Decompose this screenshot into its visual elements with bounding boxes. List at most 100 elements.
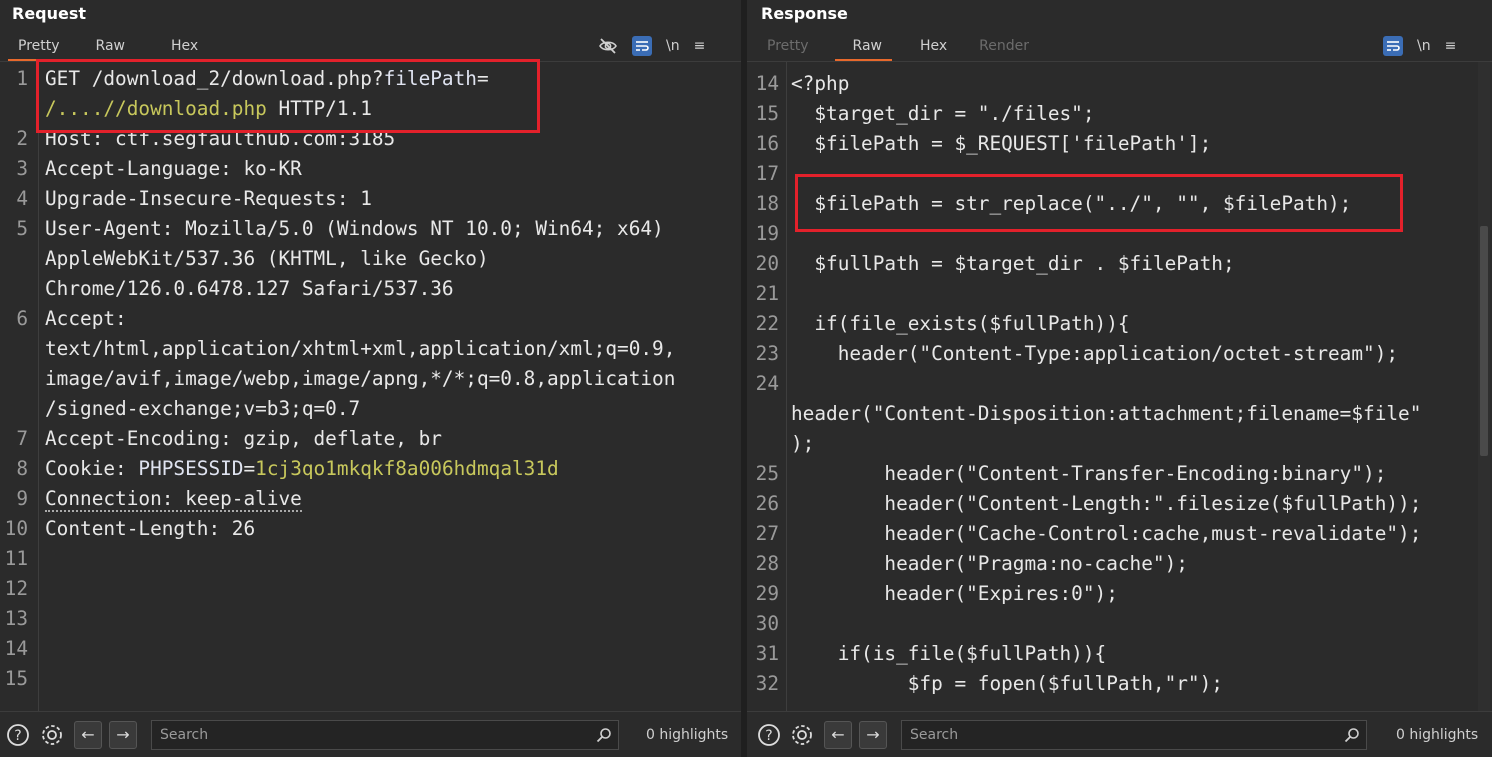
wrap-icon[interactable] — [1383, 36, 1403, 56]
line-text: header("Cache-Control:cache,must-revalid… — [791, 522, 1422, 545]
response-editor[interactable]: 14 <?php 15 $target_dir = "./files"; 16 $fi… — [747, 62, 1492, 712]
response-footer: ? ← → 0 highlights — [747, 711, 1492, 757]
line-text: Host: ctf.segfaulthub.com:3185 — [45, 124, 395, 154]
newline-toggle[interactable]: \n — [1417, 38, 1431, 54]
code-token: = — [476, 67, 489, 90]
code-line: /signed-exchange;v=b3;q=0.7 — [0, 394, 741, 424]
response-pane: Response Pretty Raw Hex Render \n ≡ 14 <?… — [747, 0, 1492, 757]
highlights-count: 0 highlights — [646, 726, 729, 743]
arrow-right-icon[interactable]: → — [109, 720, 137, 749]
search-input[interactable] — [902, 725, 1338, 744]
code-line: 15 $target_dir = "./files"; — [747, 99, 1492, 129]
line-text: Connection: keep-alive — [45, 484, 302, 514]
line-number: 26 — [755, 492, 779, 515]
arrow-left-icon[interactable]: ← — [74, 720, 102, 749]
code-line: /....//download.php HTTP/1.1 — [0, 94, 741, 124]
line-text: if(file_exists($fullPath)){ — [791, 312, 1130, 335]
line-text: image/avif,image/webp,image/apng,*/*;q=0… — [45, 364, 675, 394]
tab-hex[interactable]: Hex — [143, 34, 216, 60]
code-line: text/html,application/xhtml+xml,applicat… — [0, 334, 741, 364]
line-number: 28 — [755, 552, 779, 575]
code-line: 7 Accept-Encoding: gzip, deflate, br — [0, 424, 741, 454]
line-text: header("Content-Type:application/octet-s… — [791, 342, 1399, 365]
code-token: Content-Length: 26 — [45, 517, 256, 540]
search-icon[interactable] — [1338, 727, 1366, 743]
line-number: 21 — [755, 282, 779, 305]
line-number: 5 — [16, 217, 28, 240]
tab-pretty[interactable]: Pretty — [747, 34, 827, 60]
eye-off-icon[interactable] — [598, 36, 618, 56]
code-line: 29 header("Expires:0"); — [747, 579, 1492, 609]
line-text: ); — [791, 432, 815, 455]
newline-toggle[interactable]: \n — [666, 38, 680, 54]
line-number — [0, 364, 28, 394]
code-line: 14 <?php — [747, 69, 1492, 99]
arrow-right-icon[interactable]: → — [859, 720, 887, 749]
wrap-icon[interactable] — [632, 36, 652, 56]
code-line: 1 GET /download_2/download.php?filePath= — [0, 64, 741, 94]
tab-pretty[interactable]: Pretty — [0, 34, 78, 61]
line-text: Accept-Language: ko-KR — [45, 154, 302, 184]
settings-icon[interactable] — [40, 723, 64, 747]
tab-hex[interactable]: Hex — [900, 34, 965, 60]
search-icon[interactable] — [590, 727, 618, 743]
line-number: 1 — [16, 67, 28, 90]
menu-icon[interactable]: ≡ — [694, 38, 706, 54]
response-title: Response — [761, 4, 848, 23]
code-token: PHPSESSID — [138, 457, 244, 480]
line-text: $fp = fopen($fullPath,"r"); — [791, 672, 1223, 695]
search-input[interactable] — [152, 725, 590, 744]
help-icon[interactable]: ? — [6, 723, 30, 747]
tab-raw[interactable]: Raw — [78, 34, 143, 60]
line-number: 14 — [4, 637, 28, 660]
code-token: Upgrade-Insecure-Requests: 1 — [45, 187, 372, 210]
code-token: AppleWebKit/537.36 (KHTML, like Gecko) — [45, 247, 489, 270]
response-search — [901, 719, 1367, 750]
arrow-left-icon[interactable]: ← — [824, 720, 852, 749]
code-line: 13 — [0, 604, 741, 634]
line-number: 3 — [16, 157, 28, 180]
code-line: 30 — [747, 609, 1492, 639]
line-text: User-Agent: Mozilla/5.0 (Windows NT 10.0… — [45, 214, 664, 244]
help-icon[interactable]: ? — [757, 723, 781, 747]
request-pane: Request Pretty Raw Hex \n ≡ 1 GET /downlo… — [0, 0, 741, 757]
line-number: 27 — [755, 522, 779, 545]
line-number: 30 — [755, 612, 779, 635]
code-line: 22 if(file_exists($fullPath)){ — [747, 309, 1492, 339]
request-editor[interactable]: 1 GET /download_2/download.php?filePath= /… — [0, 62, 741, 712]
menu-icon[interactable]: ≡ — [1445, 38, 1457, 54]
line-text: /....//download.php HTTP/1.1 — [45, 94, 372, 124]
code-line: 20 $fullPath = $target_dir . $filePath; — [747, 249, 1492, 279]
line-number: 19 — [755, 222, 779, 245]
request-toolbar: \n ≡ — [598, 34, 705, 58]
line-number: 32 — [755, 672, 779, 695]
highlights-count: 0 highlights — [1396, 726, 1479, 743]
code-line: 27 header("Cache-Control:cache,must-reva… — [747, 519, 1492, 549]
line-number: 29 — [755, 582, 779, 605]
line-text: Chrome/126.0.6478.127 Safari/537.36 — [45, 274, 454, 304]
code-token: Accept: — [45, 307, 127, 330]
code-line: header("Content-Disposition:attachment;f… — [747, 399, 1492, 429]
response-scrollbar[interactable] — [1478, 62, 1490, 712]
tab-render[interactable]: Render — [965, 34, 1047, 60]
code-line: 3 Accept-Language: ko-KR — [0, 154, 741, 184]
line-number: 15 — [755, 102, 779, 125]
code-line: 18 $filePath = str_replace("../", "", $f… — [747, 189, 1492, 219]
code-line: AppleWebKit/537.36 (KHTML, like Gecko) — [0, 244, 741, 274]
line-text: GET /download_2/download.php?filePath= — [45, 64, 489, 94]
code-line: ); — [747, 429, 1492, 459]
code-line: 26 header("Content-Length:".filesize($fu… — [747, 489, 1492, 519]
scrollbar-thumb[interactable] — [1480, 226, 1488, 456]
code-token: Chrome/126.0.6478.127 Safari/537.36 — [45, 277, 454, 300]
line-text: Accept: — [45, 304, 127, 334]
code-line: 9 Connection: keep-alive — [0, 484, 741, 514]
settings-icon[interactable] — [790, 723, 814, 747]
line-number: 12 — [4, 577, 28, 600]
code-line: 8 Cookie: PHPSESSID=1cj3qo1mkqkf8a006hdmq… — [0, 454, 741, 484]
tab-raw[interactable]: Raw — [827, 34, 900, 61]
line-number: 2 — [16, 127, 28, 150]
code-line: 31 if(is_file($fullPath)){ — [747, 639, 1492, 669]
line-number: 25 — [755, 462, 779, 485]
request-search — [151, 719, 619, 750]
line-text: /signed-exchange;v=b3;q=0.7 — [45, 394, 360, 424]
